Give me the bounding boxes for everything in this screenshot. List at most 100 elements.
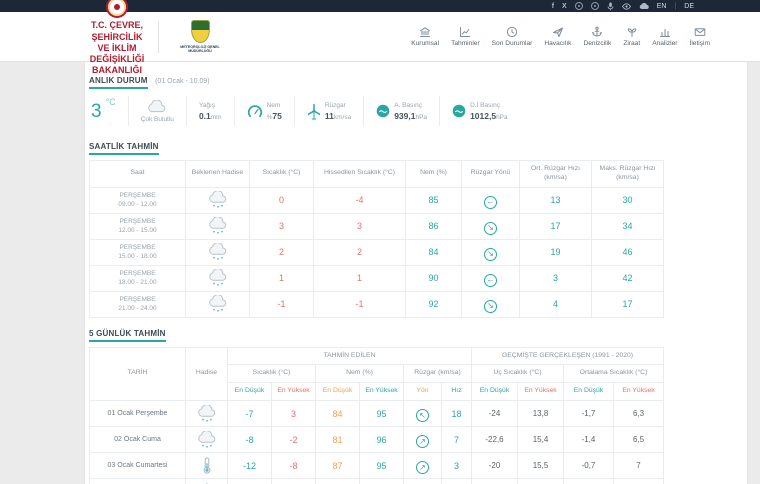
cloud-icon[interactable] [639, 2, 649, 10]
wind-unit: km/sa [333, 113, 352, 121]
temperature-value: 3 [91, 100, 102, 122]
humidity-cell: 85 [405, 186, 462, 214]
wind-arrow: ← [486, 197, 495, 207]
pressure-dot-icon [376, 104, 390, 118]
date-cell: 04 Ocak Pazar [89, 478, 186, 484]
snow-cloud-icon [207, 191, 229, 208]
avg-max-cell: 7 [612, 452, 665, 480]
mgm-logo[interactable]: METEOROLOJİ GENEL MÜDÜRLÜĞÜ [171, 19, 229, 54]
tmin-cell: -14 [227, 478, 272, 484]
header-ortalama-sicaklik: Ortalama Sıcaklık (°C) [562, 364, 665, 384]
sub-en-dusuk: En Düşük [315, 382, 360, 402]
max-wind-cell: 34 [591, 212, 664, 240]
nav-item-analizler[interactable]: Analizler [652, 26, 677, 47]
header-beklenen-hadise: Beklenen Hadise [185, 160, 250, 188]
lang-en[interactable]: EN [657, 3, 667, 10]
tmax-cell: -9 [271, 478, 316, 484]
eye-icon[interactable] [621, 2, 631, 10]
nav-item-tahminler[interactable]: Tahminler [451, 26, 480, 47]
nav-item-havacilik[interactable]: Havacılık [544, 26, 571, 47]
facebook-icon[interactable]: f [552, 3, 554, 10]
nav-item-son-durumlar[interactable]: Son Durumlar [492, 26, 532, 47]
nav-item-ziraat[interactable]: Ziraat [623, 26, 640, 47]
sub-en-yuksek: En Yüksek [359, 382, 404, 402]
nav-label: Havacılık [544, 40, 572, 47]
max-wind-cell: 17 [591, 290, 664, 318]
tmin-cell: -7 [227, 400, 272, 428]
nav-item-iletisim[interactable]: İletişim [689, 26, 710, 47]
sea-pressure-value: 1012,5 [470, 110, 497, 121]
extreme-min-cell: -20 [471, 452, 518, 480]
max-wind-cell: 30 [591, 186, 664, 214]
header-hissedilen: Hissedilen Sıcaklık (°C) [313, 160, 406, 188]
humidity-gauge-icon [247, 105, 262, 118]
clock-icon [506, 26, 518, 38]
nav-item-denizcilik[interactable]: Denizcilik [583, 26, 611, 47]
avg-max-cell: 6,5 [612, 426, 665, 454]
hourly-row: PERŞEMBE 09.00 - 12.00 0 -4 85 ← 13 30 [89, 186, 664, 214]
app-badge-icon[interactable] [574, 2, 583, 10]
row-day: PERŞEMBE [119, 218, 156, 226]
header-ruzgar-yonu: Rüzgar Yönü [461, 160, 520, 188]
main-nav: Kurumsal Tahminler Son Durumlar Havacılı… [411, 26, 710, 47]
hmax-cell: 95 [359, 452, 404, 480]
current-sea-pressure: D.İ Basınç 1012,5hPa [439, 96, 520, 126]
wind-arrow: ↘ [487, 249, 494, 259]
current-wind: Rüzgar 11km/sa [293, 96, 363, 126]
extreme-min-cell: -14,5 [471, 478, 518, 484]
wind-value: 11 [324, 110, 334, 121]
temp-cell: 0 [249, 186, 314, 214]
snow-cloud-icon [207, 217, 229, 234]
daily-row: 02 Ocak Cuma -8 -2 81 96 ↗ 7 -22,6 15,4 … [89, 426, 665, 454]
nav-label: Tahminler [451, 40, 480, 47]
sea-pressure-unit: hPa [496, 113, 508, 121]
avg-max-cell: 6,3 [612, 400, 665, 428]
app-badge-icon-2[interactable] [590, 2, 599, 10]
x-twitter-icon[interactable]: X [562, 3, 567, 10]
nav-item-kurumsal[interactable]: Kurumsal [411, 26, 439, 47]
pressure-unit: hPa [415, 113, 428, 121]
sea-pressure-label: D.İ Basınç [470, 101, 501, 109]
section-subtitle: (01 Ocak - 10.09) [155, 78, 210, 85]
logo-group: T.C. ÇEVRE, ŞEHİRCİLİK VE İKLİM DEĞİŞİKL… [88, 0, 229, 77]
microphone-icon[interactable] [607, 2, 614, 11]
header-tahmin-edilen: TAHMİN EDİLEN [227, 346, 472, 366]
max-wind-cell: 46 [591, 238, 664, 266]
feels-cell: 2 [313, 238, 406, 266]
site-header: T.C. ÇEVRE, ŞEHİRCİLİK VE İKLİM DEĞİŞİKL… [0, 0, 760, 75]
envelope-icon [694, 28, 706, 36]
content-card: ANLIK DURUM (01 Ocak - 10.09) 3 °C Çok B… [85, 62, 747, 484]
date-cell: 03 Ocak Cumartesi [89, 452, 186, 480]
header-sicaklik: Sıcaklık (°C) [227, 364, 316, 384]
extreme-max-cell: 15,4 [517, 426, 564, 454]
wind-direction-icon: ↗ [416, 435, 429, 449]
temp-cell: 1 [249, 264, 314, 292]
snow-cloud-icon [207, 295, 229, 312]
row-day: PERŞEMBE [119, 192, 156, 200]
header-nem: Nem (%) [315, 364, 404, 384]
avg-wind-cell: 13 [519, 186, 592, 214]
header-ruzgar: Rüzgar (km/sa) [403, 364, 472, 384]
feels-cell: 3 [313, 212, 406, 240]
plane-icon [552, 27, 563, 37]
sub-en-dusuk: En Düşük [227, 382, 272, 402]
avg-wind-cell: 19 [519, 238, 592, 266]
lang-de[interactable]: DE [684, 3, 694, 10]
wind-direction-icon: ↖ [416, 409, 429, 423]
ministry-logo[interactable]: T.C. ÇEVRE, ŞEHİRCİLİK VE İKLİM DEĞİŞİKL… [88, 0, 146, 77]
wind-arrow: ↖ [419, 410, 426, 420]
sub-yon: Yön [403, 382, 442, 402]
humidity-cell: 86 [405, 212, 462, 240]
wind-turbine-icon [307, 103, 321, 119]
sprout-icon [627, 28, 636, 37]
daily-forecast-table: TARİH Hadise TAHMİN EDİLEN GEÇMİŞTE GERÇ… [89, 346, 665, 484]
cloud-icon [145, 100, 169, 114]
row-day: PERŞEMBE [119, 244, 156, 252]
extreme-min-cell: -22,6 [471, 426, 518, 454]
header-hadise: Hadise [185, 346, 228, 402]
temperature-unit: °C [105, 97, 116, 107]
sub-en-dusuk: En Düşük [471, 382, 518, 402]
wind-direction-icon: ← [484, 195, 497, 209]
humidity-cell: 92 [405, 290, 462, 318]
speed-cell: 7 [441, 426, 472, 454]
